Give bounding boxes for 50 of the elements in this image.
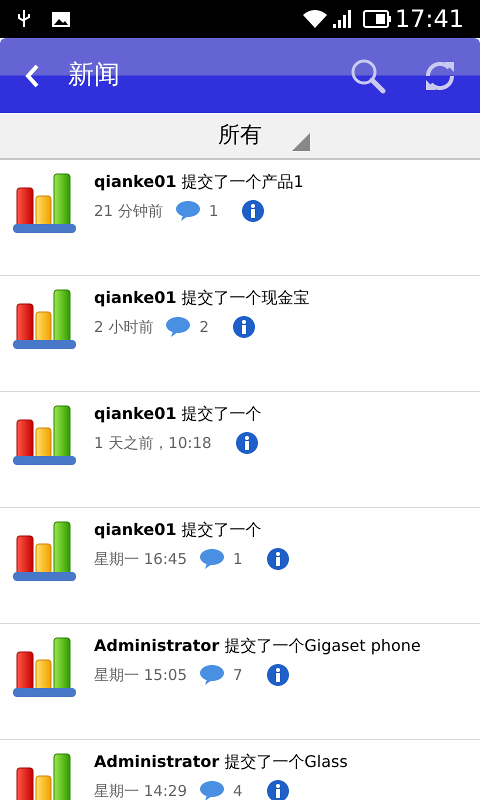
info-icon[interactable]: [266, 780, 289, 800]
back-icon: [24, 64, 40, 88]
news-item[interactable]: Administrator 提交了一个Gigaset phone 星期一 15:05 7: [0, 624, 480, 740]
comment-icon: [165, 316, 192, 338]
news-item[interactable]: qianke01 提交了一个 1 天之前，10:18: [0, 392, 480, 508]
news-item[interactable]: Administrator 提交了一个Glass 星期一 14:29 4: [0, 740, 480, 800]
info-icon[interactable]: [236, 432, 258, 454]
comment-icon: [199, 664, 225, 686]
news-time: 星期一 14:29: [94, 782, 187, 800]
usb-icon: [16, 9, 32, 29]
news-headline: Administrator 提交了一个Glass: [94, 752, 348, 772]
info-icon[interactable]: [232, 316, 255, 338]
info-icon[interactable]: [266, 664, 289, 686]
comment-icon: [199, 780, 225, 800]
news-item[interactable]: qianke01 提交了一个产品1 21 分钟前 1: [0, 160, 480, 276]
news-headline: qianke01 提交了一个现金宝: [94, 288, 310, 308]
comment-count: 4: [233, 782, 243, 800]
news-headline: qianke01 提交了一个: [94, 404, 262, 424]
app-title: 新闻: [68, 59, 120, 92]
signal-icon: [330, 10, 351, 28]
info-icon[interactable]: [242, 200, 264, 222]
dropdown-arrow-icon: [292, 133, 310, 151]
clock-time: 17:41: [394, 4, 464, 35]
bar-chart-icon: [12, 288, 78, 352]
bar-chart-icon: [12, 404, 78, 468]
news-item[interactable]: qianke01 提交了一个现金宝 2 小时前 2: [0, 276, 480, 392]
news-time: 2 小时前: [94, 318, 154, 336]
comment-count: 1: [208, 202, 218, 220]
news-item[interactable]: qianke01 提交了一个 星期一 16:45 1: [0, 508, 480, 624]
comment-icon: [199, 548, 225, 570]
battery-icon: [362, 10, 391, 28]
news-time: 星期一 15:05: [94, 666, 187, 684]
news-time: 1 天之前，10:18: [94, 434, 212, 452]
news-time: 21 分钟前: [94, 202, 163, 220]
comment-icon: [174, 200, 201, 222]
comment-count: 7: [233, 666, 243, 684]
news-headline: Administrator 提交了一个Gigaset phone: [94, 636, 421, 656]
news-time: 星期一 16:45: [94, 550, 187, 568]
comment-count: 1: [233, 550, 243, 568]
filter-dropdown[interactable]: 所有: [0, 113, 480, 160]
bar-chart-icon: [12, 520, 78, 584]
search-icon: [350, 58, 386, 94]
news-headline: qianke01 提交了一个产品1: [94, 172, 304, 192]
wifi-icon: [302, 9, 327, 29]
bar-chart-icon: [12, 636, 78, 700]
news-headline: qianke01 提交了一个: [94, 520, 263, 540]
info-icon[interactable]: [266, 548, 289, 570]
bar-chart-icon: [12, 172, 78, 236]
image-icon: [52, 12, 70, 26]
comment-count: 2: [199, 318, 209, 336]
